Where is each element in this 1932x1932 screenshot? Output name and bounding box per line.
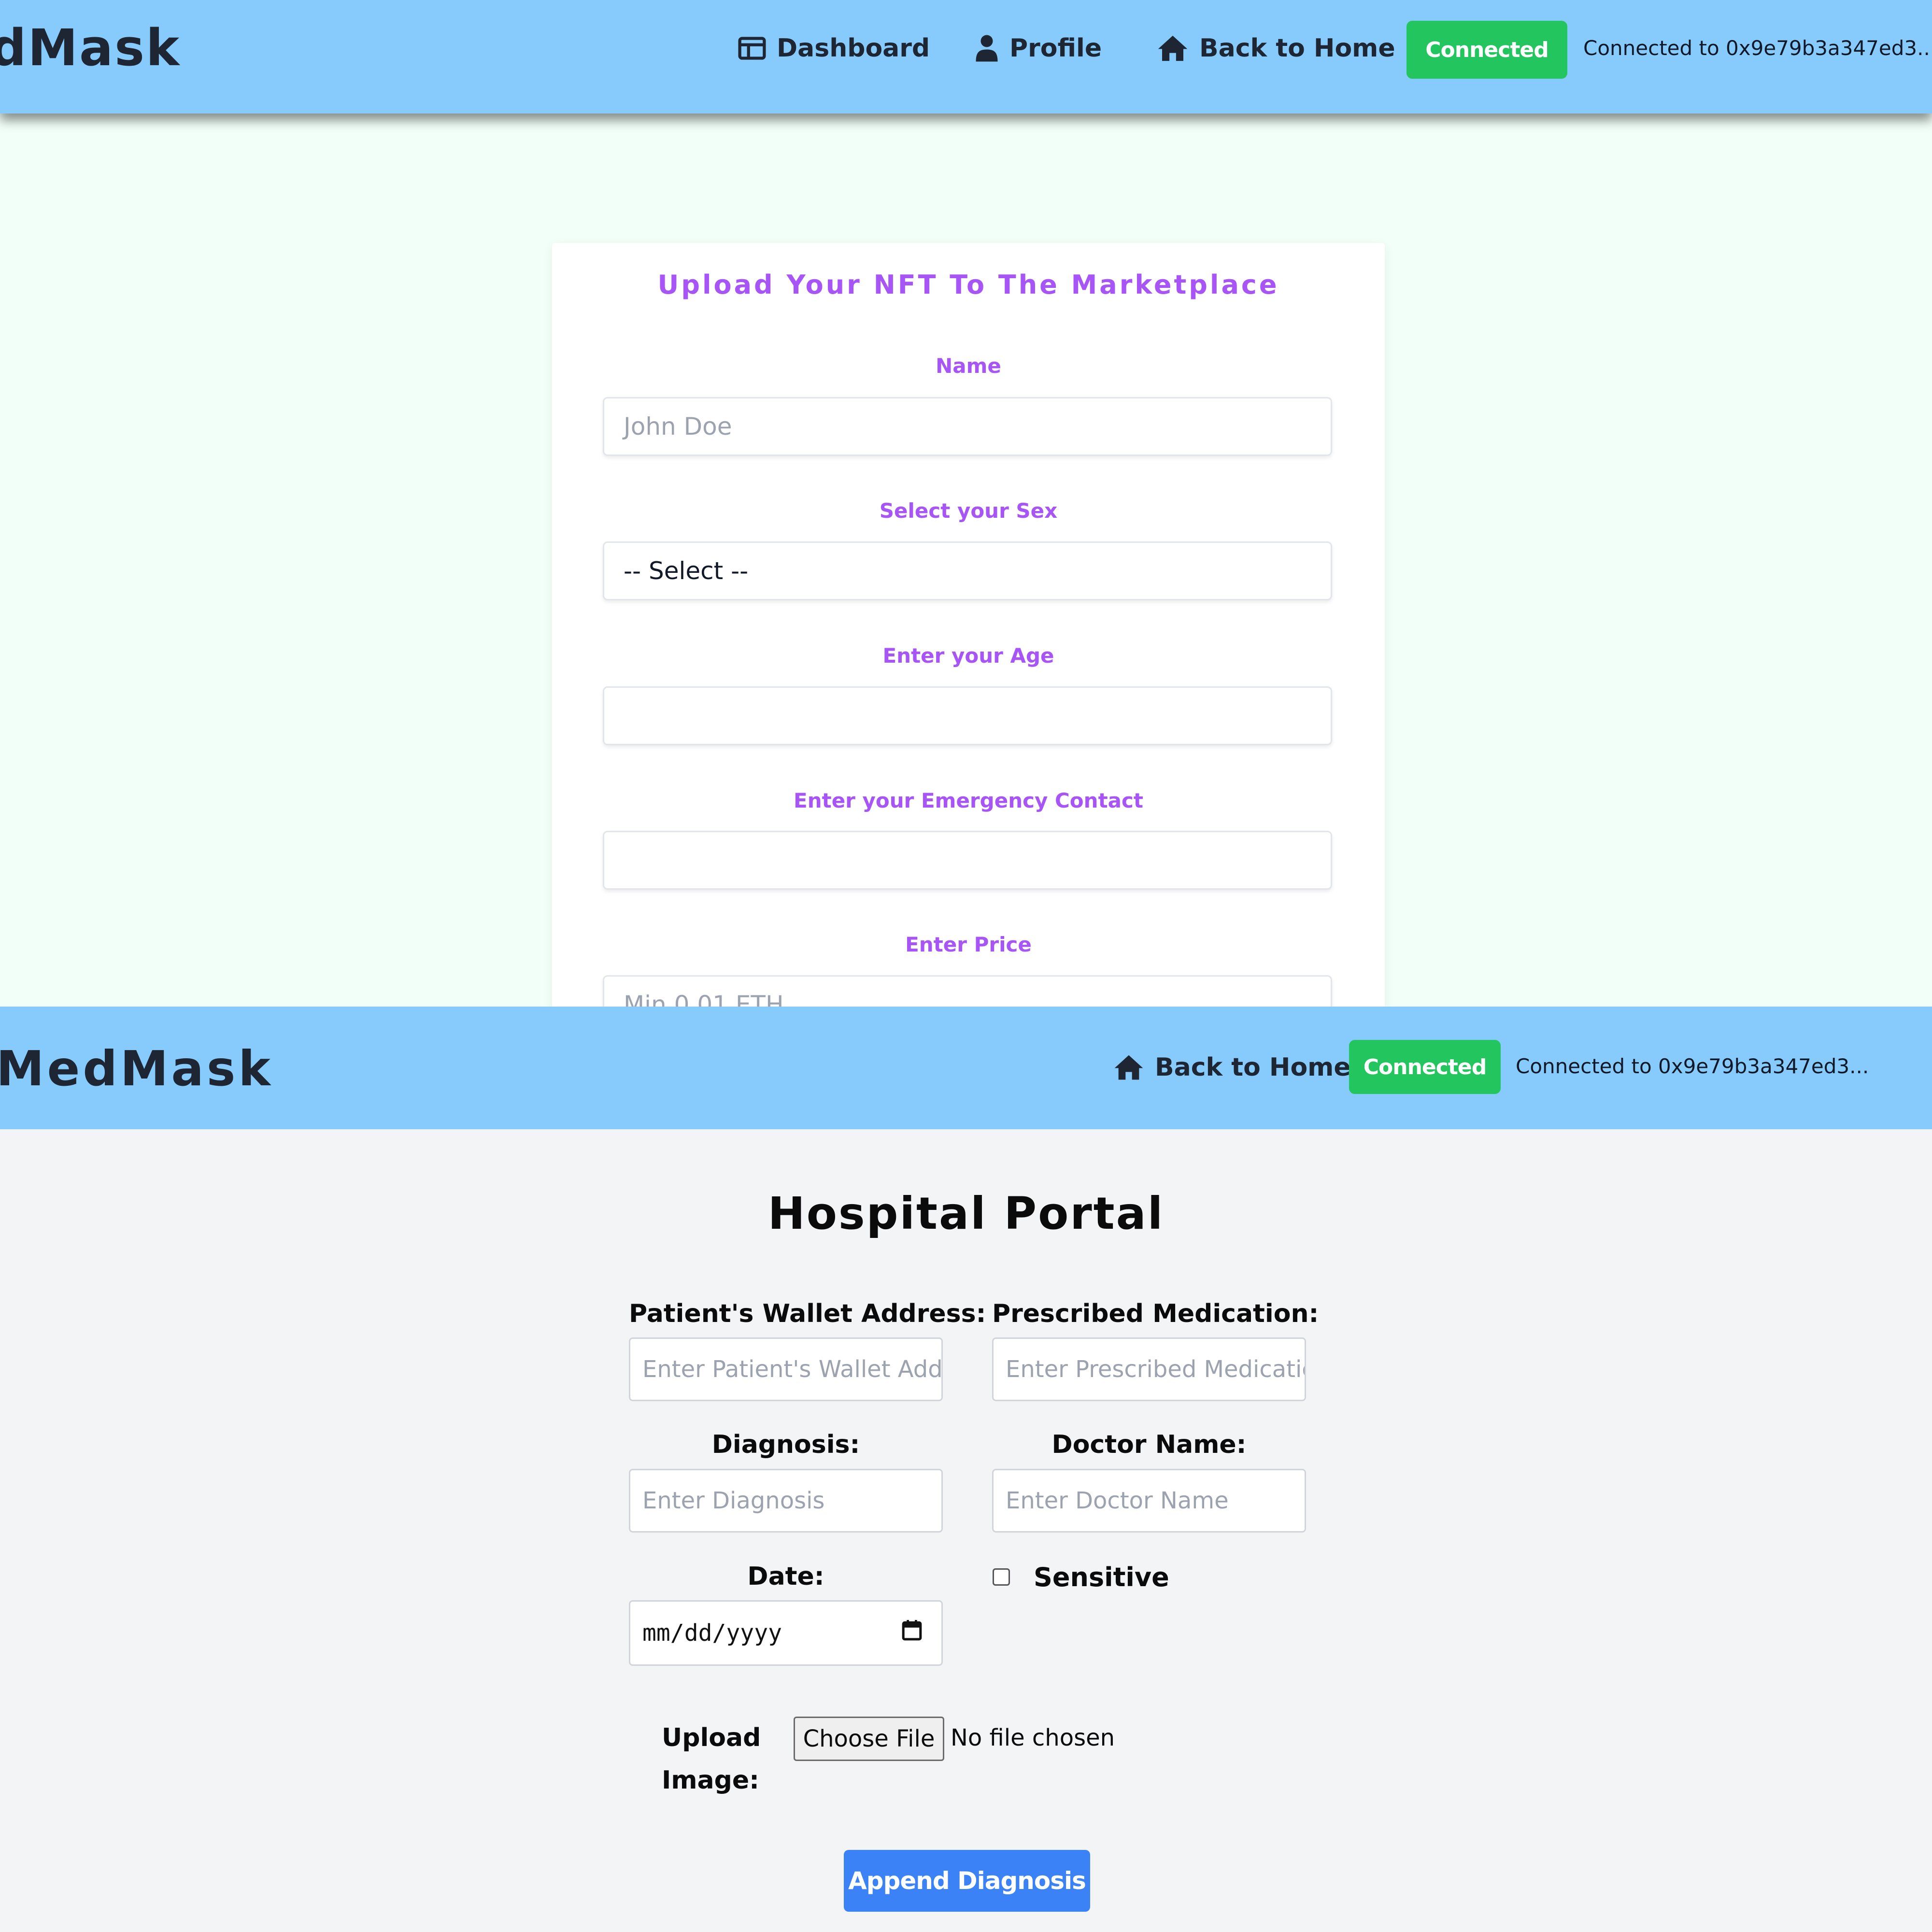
date-input[interactable]: mm/dd/yyyy — [629, 1600, 943, 1666]
form-title: Upload Your NFT To The Marketplace — [657, 270, 1279, 300]
file-status-text: No file chosen — [951, 1724, 1115, 1751]
user-icon — [975, 34, 999, 63]
nav-profile-label: Profile — [1009, 34, 1102, 63]
sex-select[interactable]: -- Select -- — [603, 541, 1332, 600]
emergency-contact-label: Enter your Emergency Contact — [794, 789, 1143, 812]
nav-back-home-link[interactable]: Back to Home — [1113, 1053, 1351, 1082]
wallet-connection-status: Connected to 0x9e79b3a347ed3... — [1583, 36, 1932, 60]
upload-label-line1: Upload — [662, 1723, 761, 1752]
dashboard-icon — [738, 36, 766, 60]
nft-upload-form: Upload Your NFT To The Marketplace Name … — [552, 243, 1385, 1007]
name-placeholder: John Doe — [624, 412, 732, 440]
nav-back-home-link[interactable]: Back to Home — [1157, 34, 1395, 63]
upload-image-label: Upload Image: — [662, 1717, 761, 1802]
wallet-connection-status: Connected to 0x9e79b3a347ed3... — [1516, 1054, 1869, 1078]
age-input[interactable] — [603, 686, 1332, 745]
name-label: Name — [936, 354, 1001, 378]
sex-label: Select your Sex — [879, 499, 1058, 523]
page-title: Hospital Portal — [767, 1188, 1165, 1239]
wallet-address-input[interactable]: Enter Patient's Wallet Addr — [629, 1337, 943, 1401]
wallet-address-label: Patient's Wallet Address: — [629, 1299, 986, 1328]
calendar-icon[interactable] — [902, 1619, 922, 1647]
diagnosis-label: Diagnosis: — [711, 1430, 860, 1459]
append-diagnosis-button[interactable]: Append Diagnosis — [844, 1850, 1090, 1912]
upload-label-line2: Image: — [662, 1766, 759, 1795]
date-label: Date: — [747, 1562, 824, 1591]
sex-selected-value: -- Select -- — [624, 557, 749, 585]
price-label: Enter Price — [905, 933, 1032, 956]
home-icon — [1157, 34, 1189, 62]
age-label: Enter your Age — [882, 644, 1054, 668]
choose-file-button[interactable]: Choose File — [794, 1717, 944, 1761]
doctor-name-label: Doctor Name: — [1051, 1430, 1247, 1459]
doctor-name-input[interactable]: Enter Doctor Name — [992, 1469, 1306, 1533]
sensitive-checkbox[interactable] — [993, 1568, 1010, 1586]
marketplace-view: dMask Dashboard Profile Back to Home Con… — [0, 0, 1932, 1007]
brand-logo[interactable]: MedMask — [0, 1040, 273, 1097]
nav-dashboard-label: Dashboard — [777, 34, 930, 63]
sensitive-label: Sensitive — [1034, 1562, 1169, 1592]
diagnosis-input[interactable]: Enter Diagnosis — [629, 1469, 943, 1533]
date-value: mm/dd/yyyy — [642, 1619, 782, 1647]
connected-button[interactable]: Connected — [1349, 1040, 1501, 1094]
nav-profile-link[interactable]: Profile — [975, 34, 1102, 63]
price-placeholder: Min 0.01 ETH — [624, 991, 784, 1007]
prescribed-medication-label: Prescribed Medication: — [992, 1299, 1319, 1328]
home-icon — [1113, 1054, 1144, 1081]
connected-button[interactable]: Connected — [1406, 21, 1567, 79]
nav-dashboard-link[interactable]: Dashboard — [738, 34, 930, 63]
hospital-portal-view: MedMask Back to Home Connected Connected… — [0, 1007, 1932, 1932]
diagnosis-placeholder: Enter Diagnosis — [642, 1487, 825, 1514]
doctor-name-placeholder: Enter Doctor Name — [1006, 1487, 1229, 1514]
top-navbar: dMask Dashboard Profile Back to Home Con… — [0, 0, 1932, 114]
prescribed-medication-placeholder: Enter Prescribed Medicatic — [1006, 1356, 1306, 1383]
nav-back-home-label: Back to Home — [1199, 34, 1395, 63]
wallet-address-placeholder: Enter Patient's Wallet Addr — [642, 1356, 943, 1383]
name-input[interactable]: John Doe — [603, 397, 1332, 456]
emergency-contact-input[interactable] — [603, 831, 1332, 890]
nav-back-home-label: Back to Home — [1155, 1053, 1351, 1082]
price-input[interactable]: Min 0.01 ETH — [603, 975, 1332, 1007]
brand-logo[interactable]: dMask — [0, 18, 181, 77]
bottom-navbar: MedMask Back to Home Connected Connected… — [0, 1007, 1932, 1129]
prescribed-medication-input[interactable]: Enter Prescribed Medicatic — [992, 1337, 1306, 1401]
